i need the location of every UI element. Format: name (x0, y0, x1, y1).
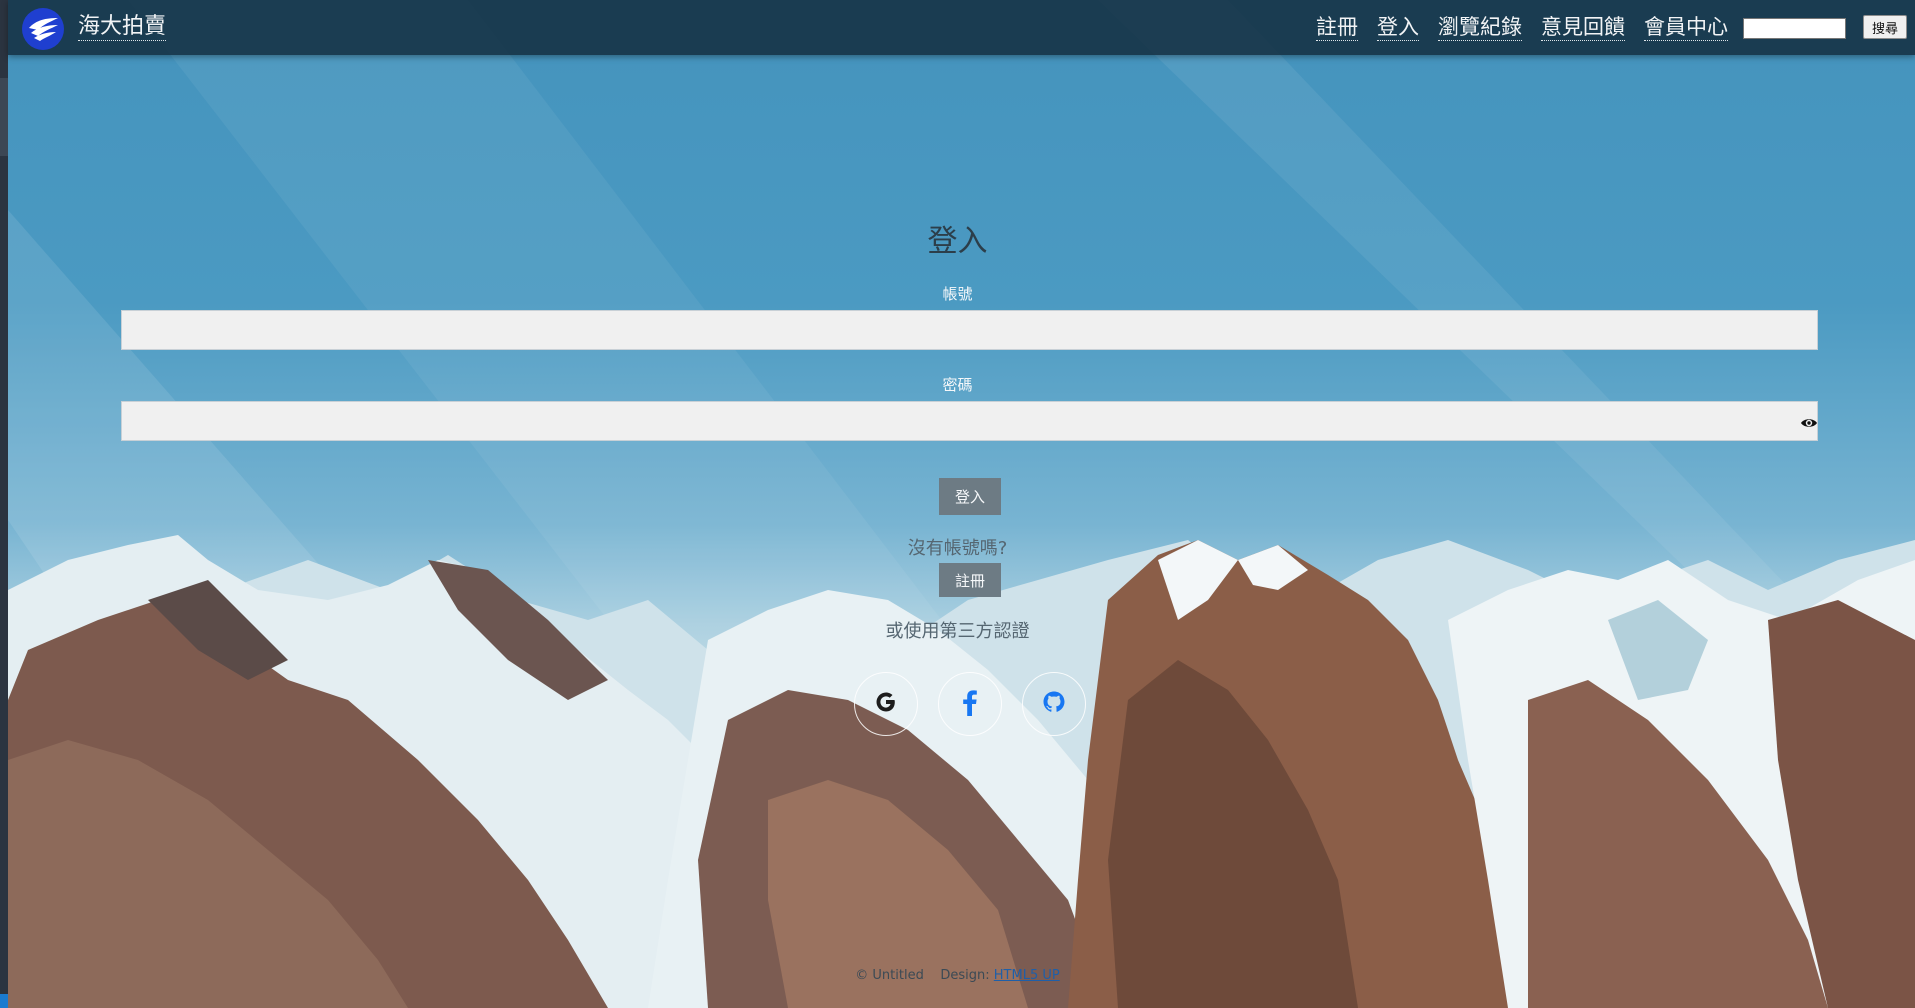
github-login-button[interactable] (1022, 672, 1086, 736)
google-icon (873, 689, 899, 719)
window-edge-strip (0, 0, 8, 1008)
no-account-text: 沒有帳號嗎? (907, 538, 1008, 559)
github-icon (1041, 689, 1067, 719)
show-password-eye-icon[interactable] (1800, 414, 1818, 432)
edge-accent (0, 994, 8, 1008)
login-title: 登入 (927, 224, 988, 259)
password-label: 密碼 (942, 376, 973, 394)
page-footer: © Untitled Design: HTML5 UP (0, 968, 1915, 983)
account-input[interactable] (121, 310, 1818, 350)
footer-design-prefix: Design: (940, 968, 990, 983)
search-input[interactable] (1743, 18, 1846, 39)
nav-history-link[interactable]: 瀏覽紀錄 (1438, 14, 1522, 41)
nav-feedback-link[interactable]: 意見回饋 (1541, 14, 1625, 41)
footer-copyright: © Untitled (855, 968, 924, 983)
third-party-auth-text: 或使用第三方認證 (885, 621, 1030, 642)
main-nav: 註冊 登入 瀏覽紀錄 意見回饋 會員中心 (1316, 14, 1747, 41)
google-login-button[interactable] (854, 672, 918, 736)
facebook-icon (959, 688, 981, 720)
search-button[interactable]: 搜尋 (1863, 15, 1907, 39)
register-button[interactable]: 註冊 (939, 563, 1001, 597)
footer-design-link[interactable]: HTML5 UP (994, 968, 1060, 983)
nav-login-link[interactable]: 登入 (1377, 14, 1419, 41)
site-title-link[interactable]: 海大拍賣 (78, 14, 167, 41)
nav-member-center-link[interactable]: 會員中心 (1644, 14, 1728, 41)
facebook-login-button[interactable] (938, 672, 1002, 736)
site-logo-icon[interactable] (22, 8, 64, 50)
edge-marker (0, 78, 8, 156)
login-button[interactable]: 登入 (939, 478, 1001, 515)
nav-register-link[interactable]: 註冊 (1316, 14, 1358, 41)
password-input[interactable] (121, 401, 1818, 441)
account-label: 帳號 (942, 285, 973, 303)
